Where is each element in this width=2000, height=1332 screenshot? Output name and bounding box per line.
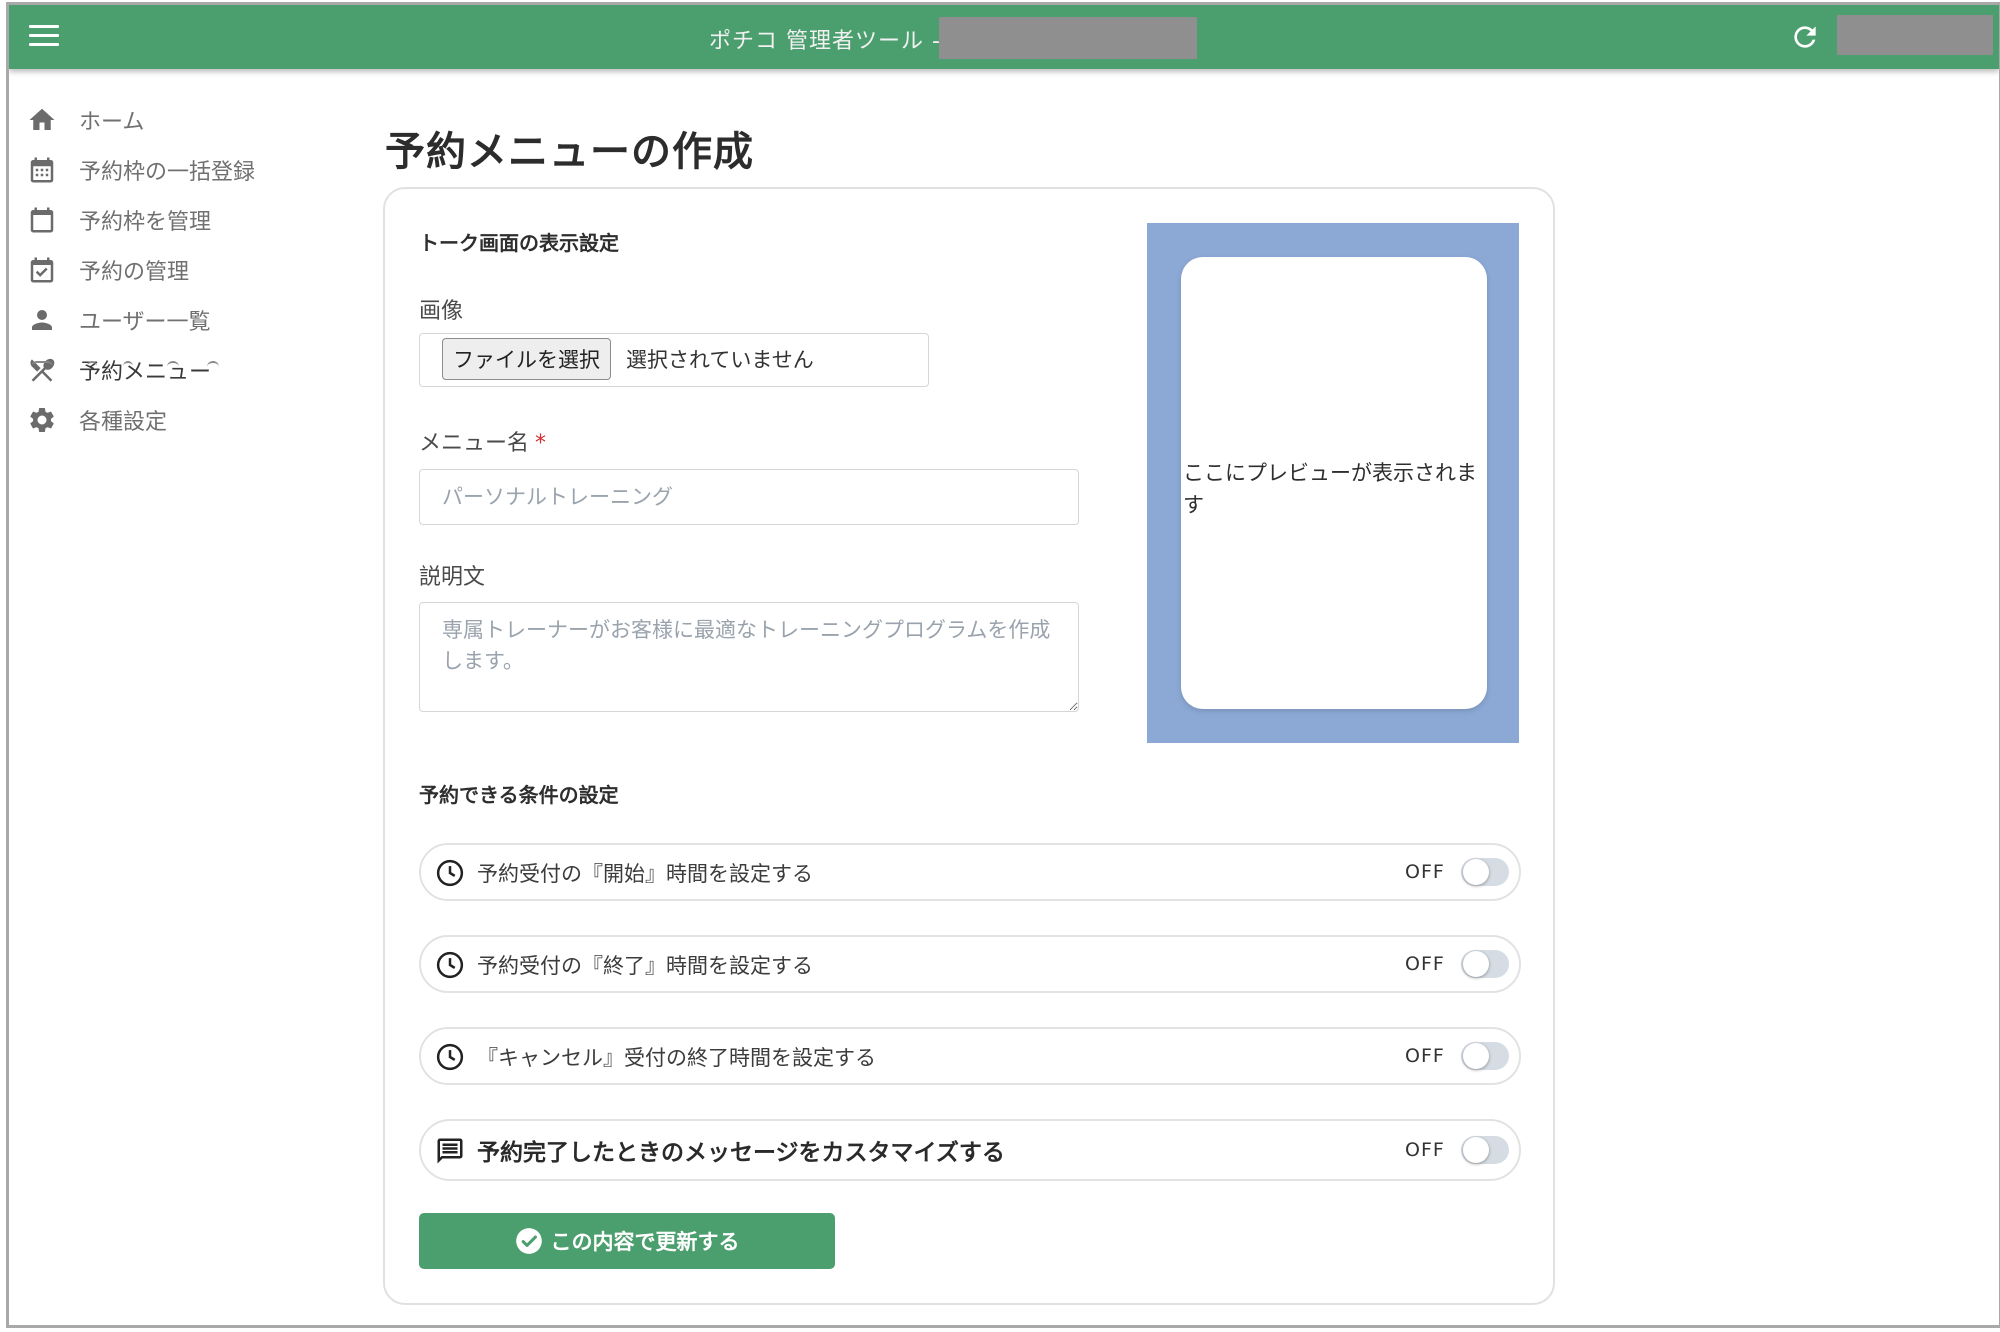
app-window: ポチコ 管理者ツール - ホーム 予約枠の一括登録 予約枠を管理 予約の管理 ユ… bbox=[6, 2, 2000, 1328]
update-button[interactable]: この内容で更新する bbox=[419, 1213, 835, 1269]
end-time-switch[interactable] bbox=[1461, 950, 1509, 978]
utensils-icon bbox=[30, 358, 55, 382]
sidebar-item-bulk-slots[interactable]: 予約枠の一括登録 bbox=[9, 145, 349, 195]
preview-card: ここにプレビューが表示されます bbox=[1181, 257, 1487, 709]
talk-section-title: トーク画面の表示設定 bbox=[419, 231, 619, 255]
sidebar-item-label: 予約メニュー bbox=[79, 360, 212, 385]
calendar-grid-icon bbox=[30, 157, 54, 183]
toggle-state-text: OFF bbox=[1405, 1139, 1445, 1161]
redacted-user-name[interactable] bbox=[1837, 15, 1993, 55]
switch-knob bbox=[1463, 1043, 1489, 1069]
switch-knob bbox=[1463, 859, 1489, 885]
sidebar-item-label: 予約枠の一括登録 bbox=[79, 160, 256, 185]
sidebar-item-label: 各種設定 bbox=[79, 410, 168, 435]
sidebar-clipped-item bbox=[31, 361, 221, 369]
sidebar-item-settings[interactable]: 各種設定 bbox=[9, 395, 349, 445]
clock-icon bbox=[436, 859, 464, 887]
custom-message-switch[interactable] bbox=[1461, 1136, 1509, 1164]
talk-preview-panel: ここにプレビューが表示されます bbox=[1147, 223, 1519, 743]
refresh-icon[interactable] bbox=[1789, 21, 1821, 53]
description-textarea[interactable] bbox=[419, 602, 1079, 712]
image-label: 画像 bbox=[419, 299, 464, 324]
toggle-state-text: OFF bbox=[1405, 1045, 1445, 1067]
file-status-text: 選択されていません bbox=[626, 348, 814, 372]
sidebar-item-label: 予約の管理 bbox=[79, 260, 190, 285]
hamburger-menu-icon[interactable] bbox=[29, 25, 59, 49]
toggle-label: 予約受付の『開始』時間を設定する bbox=[477, 862, 813, 886]
sidebar-item-reservation-menu[interactable]: 予約メニュー bbox=[9, 345, 349, 395]
page-title: 予約メニューの作成 bbox=[385, 129, 754, 175]
required-mark: * bbox=[535, 431, 547, 456]
calendar-icon bbox=[30, 207, 54, 233]
cancel-time-switch[interactable] bbox=[1461, 1042, 1509, 1070]
clock-icon bbox=[436, 951, 464, 979]
message-icon bbox=[437, 1138, 463, 1164]
switch-knob bbox=[1463, 1137, 1489, 1163]
start-time-switch[interactable] bbox=[1461, 858, 1509, 886]
clock-icon bbox=[436, 1043, 464, 1071]
toggle-state-text: OFF bbox=[1405, 953, 1445, 975]
conditions-section-title: 予約できる条件の設定 bbox=[419, 783, 619, 807]
app-title: ポチコ 管理者ツール - bbox=[709, 29, 941, 54]
sidebar-item-home[interactable]: ホーム bbox=[9, 95, 349, 145]
toggle-label: 『キャンセル』受付の終了時間を設定する bbox=[477, 1046, 876, 1070]
sidebar-item-label: ホーム bbox=[79, 110, 145, 135]
preview-text: ここにプレビューが表示されます bbox=[1183, 461, 1477, 517]
check-circle-icon bbox=[515, 1228, 542, 1254]
menu-name-label: メニュー名 * bbox=[419, 431, 547, 456]
description-label: 説明文 bbox=[419, 565, 486, 590]
image-file-input[interactable]: ファイルを選択 選択されていません bbox=[419, 333, 929, 387]
toggle-label: 予約受付の『終了』時間を設定する bbox=[477, 954, 813, 978]
choose-file-button[interactable]: ファイルを選択 bbox=[442, 338, 611, 380]
end-time-toggle-row[interactable]: 予約受付の『終了』時間を設定する OFF bbox=[419, 935, 1521, 993]
top-app-bar: ポチコ 管理者ツール - bbox=[9, 5, 1999, 69]
sidebar-nav: ホーム 予約枠の一括登録 予約枠を管理 予約の管理 ユーザー一覧 予約メニュー … bbox=[9, 95, 349, 445]
sidebar-item-label: ユーザー一覧 bbox=[79, 310, 211, 335]
home-icon bbox=[29, 108, 55, 130]
toggle-label: 予約完了したときのメッセージをカスタマイズする bbox=[477, 1140, 1005, 1166]
switch-knob bbox=[1463, 951, 1489, 977]
gear-icon bbox=[30, 407, 54, 432]
sidebar-item-reservations[interactable]: 予約の管理 bbox=[9, 245, 349, 295]
sidebar-item-manage-slots[interactable]: 予約枠を管理 bbox=[9, 195, 349, 245]
update-button-label: この内容で更新する bbox=[550, 1230, 740, 1254]
menu-form-card: トーク画面の表示設定 画像 ファイルを選択 選択されていません メニュー名* 説… bbox=[383, 187, 1555, 1305]
calendar-check-icon bbox=[30, 257, 54, 283]
cancel-time-toggle-row[interactable]: 『キャンセル』受付の終了時間を設定する OFF bbox=[419, 1027, 1521, 1085]
start-time-toggle-row[interactable]: 予約受付の『開始』時間を設定する OFF bbox=[419, 843, 1521, 901]
person-icon bbox=[32, 310, 52, 330]
menu-name-input[interactable] bbox=[419, 469, 1079, 525]
custom-message-toggle-row[interactable]: 予約完了したときのメッセージをカスタマイズする OFF bbox=[419, 1119, 1521, 1181]
sidebar-item-label: 予約枠を管理 bbox=[79, 210, 212, 235]
toggle-state-text: OFF bbox=[1405, 861, 1445, 883]
redacted-shop-name bbox=[939, 17, 1197, 59]
sidebar-item-users[interactable]: ユーザー一覧 bbox=[9, 295, 349, 345]
